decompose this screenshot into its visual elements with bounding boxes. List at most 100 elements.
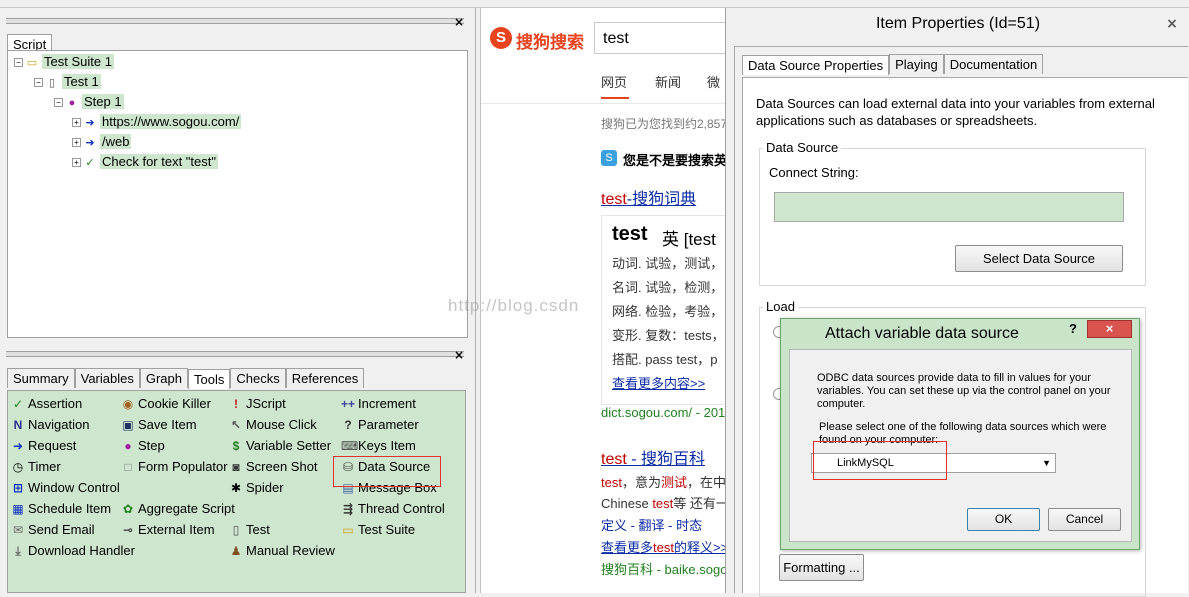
dialog-close-icon[interactable]: × — [1166, 16, 1178, 32]
suggest-icon: S — [601, 150, 617, 166]
result2-snippet-line: test，意为测试，在中 — [601, 475, 727, 490]
tool-keys-item[interactable]: ⌨Keys Item — [341, 436, 416, 456]
tab-data-source-properties[interactable]: Data Source Properties — [742, 55, 890, 75]
checkmark-icon: ✓ — [85, 157, 95, 169]
tree-node-step[interactable]: − ● Step 1 — [54, 93, 124, 111]
tab-graph[interactable]: Graph — [139, 368, 188, 388]
navigation-n-icon: N — [13, 418, 23, 432]
tab-documentation[interactable]: Documentation — [943, 54, 1044, 74]
tab-web[interactable]: 网页 — [601, 72, 627, 91]
sogou-logo-icon: S — [490, 27, 512, 49]
load-group-label: Load — [763, 299, 798, 314]
external-plug-icon: ⊸ — [122, 523, 134, 537]
tree-node-check-text[interactable]: + ✓ Check for text "test" — [72, 153, 218, 171]
script-splitter[interactable] — [6, 18, 464, 24]
tree-node-test[interactable]: − ▯ Test 1 — [34, 73, 101, 91]
save-disk-icon: ▣ — [122, 418, 134, 432]
collapse-icon[interactable]: − — [34, 78, 43, 88]
tree-node-navigate-web[interactable]: + ➜/web — [72, 133, 132, 151]
tab-variables[interactable]: Variables — [74, 368, 140, 388]
step-icon: ● — [68, 97, 76, 109]
data-source-group-label: Data Source — [763, 140, 842, 155]
tab-playing[interactable]: Playing — [889, 54, 944, 74]
ok-button[interactable]: OK — [967, 508, 1040, 531]
tree-node-test-suite[interactable]: − ▭ Test Suite 1 — [14, 53, 114, 71]
expand-icon[interactable]: + — [72, 158, 81, 168]
search-input[interactable]: test — [594, 22, 734, 54]
expand-icon[interactable]: + — [72, 138, 81, 148]
tool-increment[interactable]: ++ Increment — [341, 394, 416, 414]
tool-schedule-item[interactable]: ▦ Schedule Item — [11, 499, 111, 519]
attach-dialog-close-icon[interactable]: × — [1087, 320, 1132, 338]
dict-url: dict.sogou.com/ - 201 — [601, 405, 726, 420]
collapse-icon[interactable]: − — [54, 98, 63, 108]
cancel-button[interactable]: Cancel — [1048, 508, 1121, 531]
window-icon: ⊞ — [12, 481, 24, 495]
expand-icon[interactable]: + — [72, 118, 81, 128]
dict-card: test 英 [test 动词. 试验，测试， 名词. 试验，检测， 网络. 检… — [601, 215, 731, 405]
script-tree[interactable]: − ▭ Test Suite 1 − ▯ Test 1 − ● Step 1 + ➜ https… — [7, 50, 468, 338]
tool-thread-control[interactable]: ⇶ Thread Control — [341, 499, 445, 519]
tool-screen-shot[interactable]: ◙ Screen Shot — [229, 457, 317, 477]
tool-parameter[interactable]: ? Parameter — [341, 415, 418, 435]
spider-icon: ✱ — [230, 481, 242, 495]
tool-aggregate-script[interactable]: ✿ Aggregate Script — [121, 499, 235, 519]
help-icon[interactable]: ? — [1069, 321, 1077, 336]
tools-splitter[interactable] — [6, 351, 464, 357]
result2-sub-links[interactable]: 定义 - 翻译 - 时态 — [601, 515, 702, 534]
tools-grid: ✓ Assertion N Navigation ➜ Request ◷ Timer ⊞… — [7, 390, 466, 593]
schedule-icon: ▦ — [12, 502, 24, 516]
folder-icon: ▭ — [342, 523, 354, 537]
result2-snippet-line: Chinese test等 还有一 — [601, 496, 729, 511]
navigate-arrow-icon: ➜ — [85, 137, 95, 149]
dict-more-link[interactable]: 查看更多内容>> — [612, 373, 705, 392]
tool-download-handler[interactable]: ⤓ Download Handler — [11, 541, 135, 561]
jscript-icon: ! — [234, 397, 238, 411]
tool-jscript[interactable]: ! JScript — [229, 394, 286, 414]
collapse-icon[interactable]: − — [14, 58, 23, 68]
dict-line: 网络. 检验，考验， — [612, 304, 724, 319]
tree-node-navigate-url[interactable]: + ➜ https://www.sogou.com/ — [72, 113, 242, 131]
chevron-down-icon[interactable]: ▼ — [1042, 454, 1051, 472]
cookie-icon: ◉ — [122, 397, 134, 411]
result-count: 搜狗已为您找到约2,857 — [601, 117, 728, 131]
script-panel-close-icon[interactable]: × — [453, 15, 465, 29]
check-icon: ✓ — [12, 397, 24, 411]
tool-step[interactable]: ● Step — [121, 436, 164, 456]
select-data-source-button[interactable]: Select Data Source — [955, 245, 1123, 272]
result2-title-link[interactable]: test - 搜狗百科 — [601, 445, 705, 469]
tab-checks[interactable]: Checks — [230, 368, 286, 388]
tab-weixin[interactable]: 微 — [707, 72, 720, 91]
connect-string-input[interactable] — [774, 192, 1124, 222]
tool-test-suite[interactable]: ▭ Test Suite — [341, 520, 415, 540]
result2-more-link[interactable]: 查看更多test的释义>> — [601, 537, 728, 556]
tool-variable-setter[interactable]: $ Variable Setter — [229, 436, 331, 456]
mouse-pointer-icon: ↖ — [230, 418, 242, 432]
tool-test[interactable]: ▯ Test — [229, 520, 270, 540]
tool-window-control[interactable]: ⊞ Window Control — [11, 478, 120, 498]
tool-timer[interactable]: ◷ Timer — [11, 457, 61, 477]
tool-request[interactable]: ➜ Request — [11, 436, 76, 456]
tool-save-item[interactable]: ▣ Save Item — [121, 415, 196, 435]
result2-url: 搜狗百科 - baike.sogo — [601, 562, 728, 577]
tool-spider[interactable]: ✱ Spider — [229, 478, 284, 498]
tool-cookie-killer[interactable]: ◉ Cookie Killer — [121, 394, 211, 414]
tool-form-populator[interactable]: □ Form Populator — [121, 457, 227, 477]
tool-external-item[interactable]: ⊸ External Item — [121, 520, 215, 540]
result1-title-link[interactable]: test-搜狗词典 — [601, 185, 696, 209]
formatting-button[interactable]: Formatting ... — [779, 554, 864, 581]
tool-navigation[interactable]: N Navigation — [11, 415, 90, 435]
tab-references[interactable]: References — [285, 368, 365, 388]
step-icon: ● — [124, 439, 132, 453]
tool-assertion[interactable]: ✓ Assertion — [11, 394, 82, 414]
thread-icon: ⇶ — [342, 502, 354, 516]
watermark: http://blog.csdn — [448, 296, 580, 315]
tab-news[interactable]: 新闻 — [655, 72, 681, 91]
tool-mouse-click[interactable]: ↖ Mouse Click — [229, 415, 317, 435]
tab-summary[interactable]: Summary — [7, 368, 75, 388]
tool-manual-review[interactable]: ♟ Manual Review — [229, 541, 335, 561]
tool-send-email[interactable]: ✉ Send Email — [11, 520, 95, 540]
clock-icon: ◷ — [12, 460, 24, 474]
tab-tools[interactable]: Tools — [188, 369, 231, 389]
tools-panel-close-icon[interactable]: × — [453, 348, 465, 362]
